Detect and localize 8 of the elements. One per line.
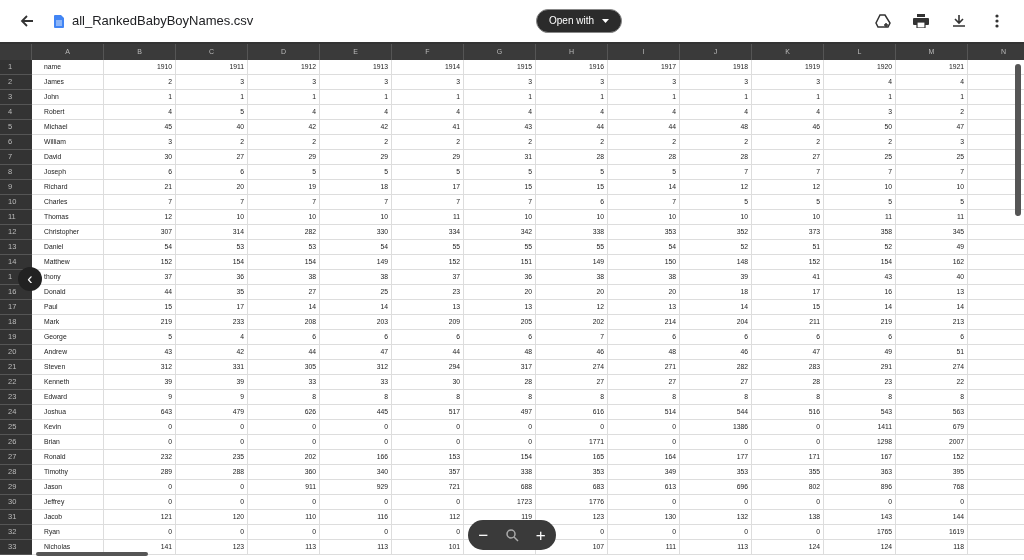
zoom-icon (505, 528, 519, 542)
document-icon (54, 14, 64, 28)
file-title: all_RankedBabyBoyNames.csv (72, 12, 254, 31)
caret-icon (602, 19, 609, 23)
open-with-button[interactable]: Open with (536, 9, 622, 33)
scrollbar-thumb[interactable] (1015, 64, 1021, 216)
zoom-out-button[interactable]: − (474, 526, 493, 544)
scrollbar-thumb[interactable] (36, 552, 148, 556)
